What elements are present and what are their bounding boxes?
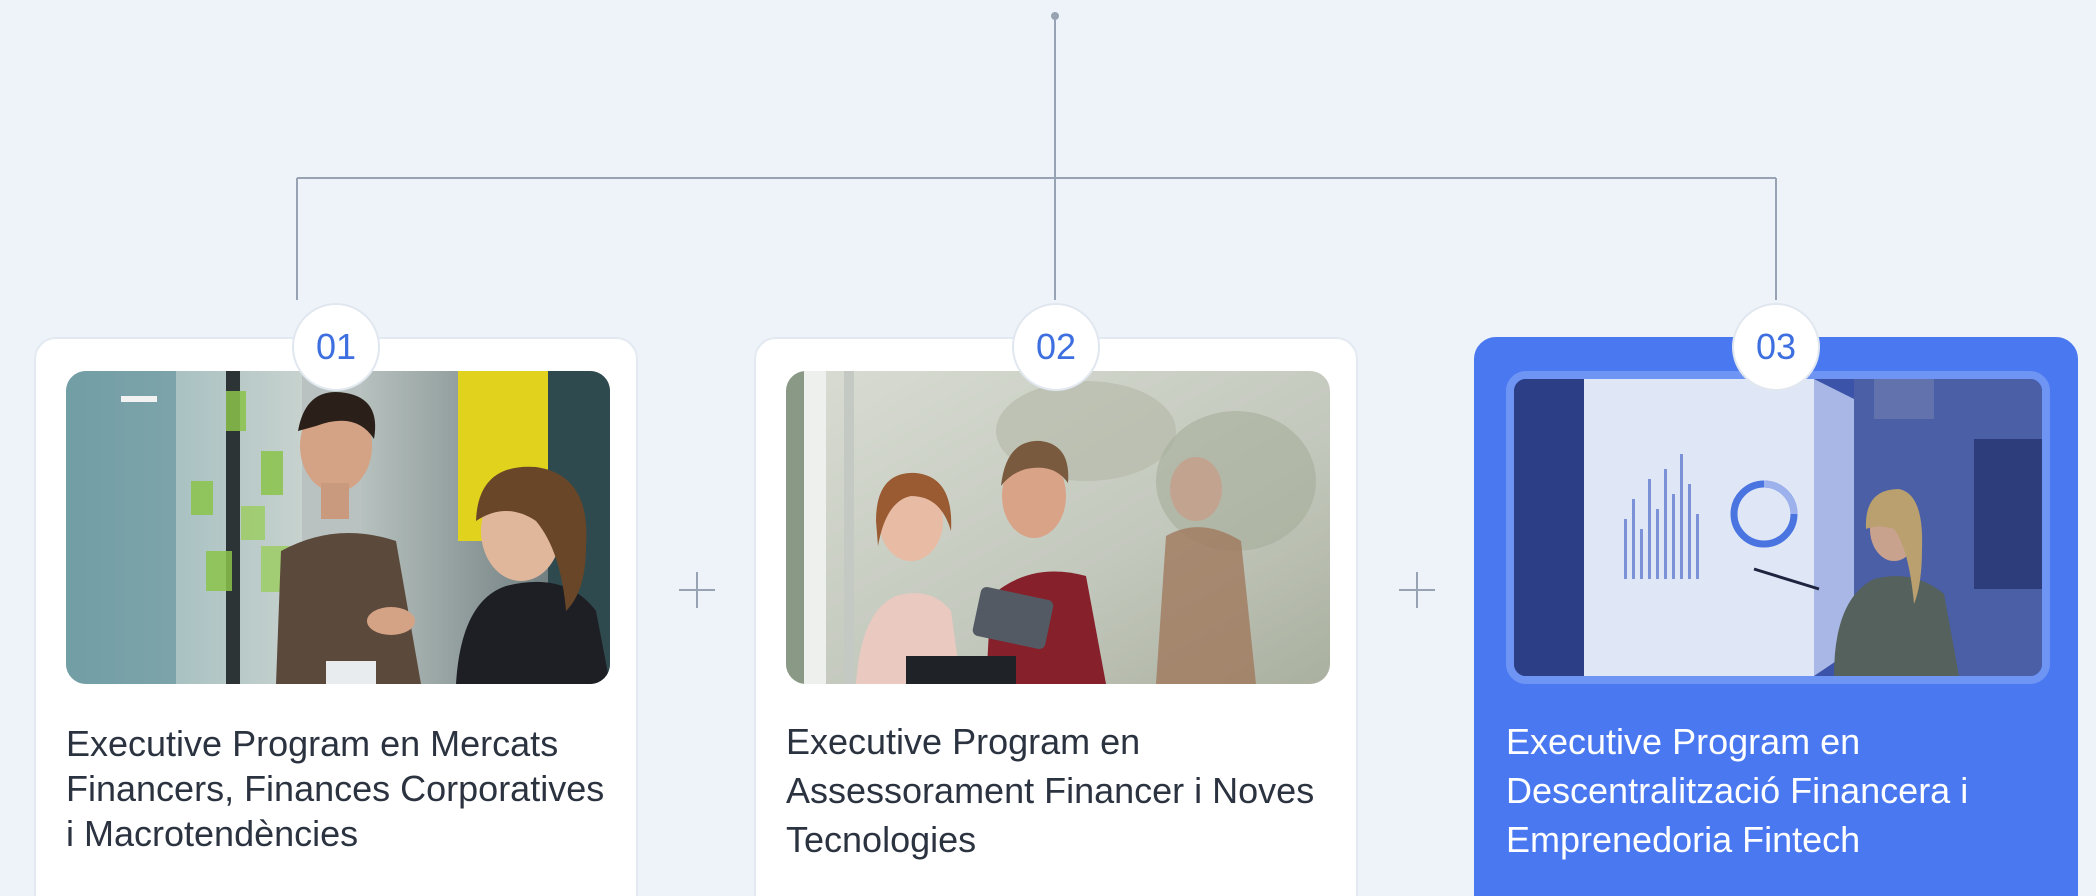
program-title: Executive Program en Assessorament Finan… — [786, 721, 1315, 860]
program-card-1[interactable]: 01 Executive Program en Mercats Financer… — [34, 303, 638, 896]
programs-section: 01 Executive Program en Mercats Financer… — [0, 0, 2096, 896]
program-number-badge: 01 — [292, 303, 380, 391]
program-title: Executive Program en Mercats Financers, … — [66, 723, 605, 854]
office-meeting-photo — [66, 371, 610, 684]
program-card-3[interactable]: 03 Executive Program en Descentralitzaci… — [1474, 303, 2078, 896]
program-number-badge: 03 — [1732, 303, 1820, 391]
plus-icon — [1399, 572, 1435, 608]
tablet-colleagues-photo — [786, 371, 1330, 684]
program-number-badge: 02 — [1012, 303, 1100, 391]
program-title: Executive Program en Descentralització F… — [1506, 721, 1969, 860]
plus-icon — [679, 572, 715, 608]
program-card-2[interactable]: 02 Executive Program en Assessorament Fi… — [754, 303, 1358, 896]
presentation-screen-photo — [1506, 371, 2050, 684]
